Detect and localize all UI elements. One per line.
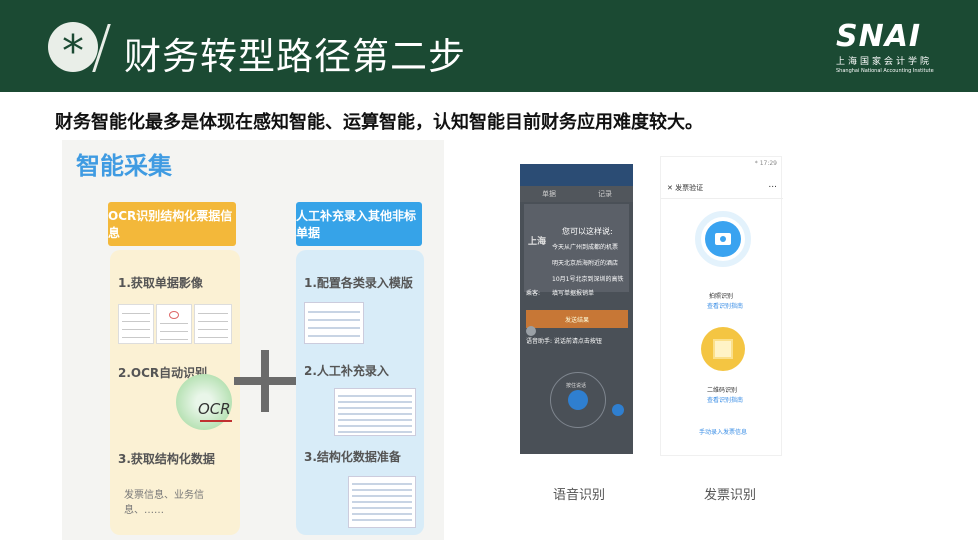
structured-data-thumbnail <box>348 476 416 528</box>
tab-records[interactable]: 记录 <box>598 189 612 199</box>
invoice-thumbnail <box>156 304 192 344</box>
microphone-icon-small[interactable] <box>612 404 624 416</box>
send-result-button[interactable]: 发送结果 <box>526 310 628 328</box>
camera-lens <box>720 236 726 242</box>
voice-hint: 语音助手: 说话前请点击按钮 <box>526 338 602 345</box>
invoice-thumbnail <box>194 304 232 344</box>
ocr-panel-header: OCR识别结构化票据信息 <box>108 202 236 246</box>
template-thumbnail <box>304 302 364 344</box>
snai-logo: SNAI 上海国家会计学院 Shanghai National Accounti… <box>836 19 936 75</box>
manual-step-3: 3.结构化数据准备 <box>304 450 401 464</box>
voice-recognition-phone: 单据 记录 上海 您可以这样说: 今天从广州到成都的机票 明天北京后海附近的酒店… <box>520 164 633 454</box>
header-bar: * 财务转型路径第二步 SNAI 上海国家会计学院 Shanghai Natio… <box>0 0 978 92</box>
phone-tabs: 单据 记录 <box>520 186 633 202</box>
manual-step-1: 1.配置各类录入模版 <box>304 276 413 290</box>
manual-step-2: 2.人工补充录入 <box>304 364 389 378</box>
tab-documents[interactable]: 单据 <box>542 189 556 199</box>
ocr-label: OCR <box>198 400 231 418</box>
microphone-icon[interactable] <box>568 390 588 410</box>
qr-recognition-label[interactable]: 二维码识别 <box>707 385 737 394</box>
voice-prompt-title: 您可以这样说: <box>562 227 613 236</box>
invoice-title: ✕ 发票验证 <box>667 184 704 192</box>
invoice-app-bar: ✕ 发票验证 ... <box>661 177 783 199</box>
city-label: 上海 <box>528 237 547 247</box>
invoice-thumbnail <box>118 304 154 344</box>
manual-panel: 1.配置各类录入模版 2.人工补充录入 3.结构化数据准备 <box>296 250 424 535</box>
plus-icon-bar <box>234 377 296 385</box>
voice-caption: 语音识别 <box>553 488 606 503</box>
voice-suggestion[interactable]: 10月1号北京到深圳的高铁 <box>552 274 623 283</box>
more-menu-icon[interactable]: ... <box>768 180 777 190</box>
logo-english-name: Shanghai National Accounting Institute <box>836 68 934 74</box>
ocr-step-3: 3.获取结构化数据 <box>118 452 215 466</box>
logo-chinese-name: 上海国家会计学院 <box>836 57 933 67</box>
passenger-value: 填写单据报销单 <box>552 290 595 297</box>
photo-recognition-label[interactable]: 拍照识别 <box>709 291 733 300</box>
voice-suggestion[interactable]: 今天从广州到成都的机票 <box>552 242 618 251</box>
qr-guide-link[interactable]: 查看识别指南 <box>707 395 743 404</box>
ocr-step-1: 1.获取单据影像 <box>118 276 203 290</box>
slide-subtitle: 财务智能化最多是体现在感知智能、运算智能，认知智能目前财务应用难度较大。 <box>55 112 703 133</box>
float-dot <box>526 326 536 336</box>
manual-panel-header: 人工补充录入其他非标单据 <box>296 202 422 246</box>
invoice-recognition-phone: * 17:29 ✕ 发票验证 ... 拍照识别 查看识别指南 二维码识别 查看识… <box>660 156 783 456</box>
manual-entry-link[interactable]: 手动录入发票信息 <box>699 427 747 436</box>
logo-mark: SNAI <box>836 19 922 54</box>
ocr-extra-info: 发票信息、业务信息、…… <box>124 490 204 516</box>
qr-code-icon[interactable] <box>713 339 733 359</box>
status-bar: * 17:29 <box>661 157 783 173</box>
passenger-label: 乘客: <box>526 290 541 297</box>
intelligent-capture-figure: 智能采集 OCR识别结构化票据信息 1.获取单据影像 2.OCR自动识别 OCR… <box>62 140 444 540</box>
ocr-panel: 1.获取单据影像 2.OCR自动识别 OCR 3.获取结构化数据 发票信息、业务… <box>110 250 240 535</box>
phone-app-bar <box>520 164 633 186</box>
photo-guide-link[interactable]: 查看识别指南 <box>707 301 743 310</box>
section-title: 智能采集 <box>76 152 172 180</box>
entry-form-thumbnail <box>334 388 416 436</box>
status-time: * 17:29 <box>754 160 777 167</box>
invoice-caption: 发票识别 <box>704 488 757 503</box>
ocr-scan-line <box>200 420 232 422</box>
asterisk-icon: * <box>48 22 98 74</box>
voice-suggestion[interactable]: 明天北京后海附近的酒店 <box>552 258 618 267</box>
page-title: 财务转型路径第二步 <box>124 35 466 78</box>
mic-label: 按住说话 <box>566 383 587 389</box>
